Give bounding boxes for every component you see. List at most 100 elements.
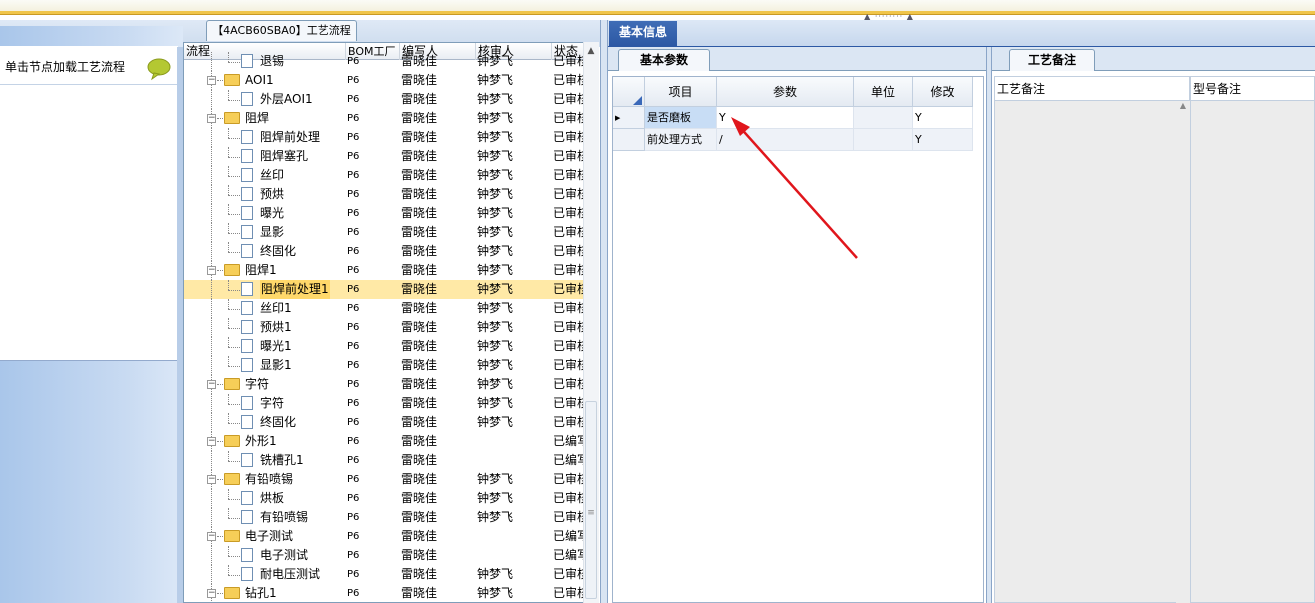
tree-row[interactable]: − AOI1 P6 雷晓佳 钟梦飞 已审核 — [184, 71, 584, 90]
tree-row[interactable]: 阻焊前处理1 P6 雷晓佳 钟梦飞 已审核 — [184, 280, 584, 299]
tree-node-label[interactable]: 显影 — [260, 223, 284, 242]
tab-basic-params[interactable]: 基本参数 — [618, 49, 710, 71]
tree-row[interactable]: − 字符 P6 雷晓佳 钟梦飞 已审核 — [184, 375, 584, 394]
tree-node-label[interactable]: 曝光1 — [260, 337, 292, 356]
grid-header-param[interactable]: 参数 — [717, 77, 854, 107]
row-indicator-arrow-icon[interactable]: ▶ — [613, 107, 645, 129]
tree-node-cell[interactable]: 电子测试 — [184, 546, 346, 565]
tree-node-label[interactable]: 字符 — [245, 375, 269, 394]
tree-row[interactable]: 电子测试 P6 雷晓佳 已编写 — [184, 546, 584, 565]
tree-node-cell[interactable]: 预烘 — [184, 185, 346, 204]
tree-row[interactable]: 退锡 P6 雷晓佳 钟梦飞 已审核 — [184, 52, 584, 71]
tree-node-cell[interactable]: 铣槽孔1 — [184, 451, 346, 470]
center-splitter[interactable] — [600, 20, 608, 603]
tree-node-label[interactable]: 终固化 — [260, 413, 296, 432]
tree-row[interactable]: − 有铅喷锡 P6 雷晓佳 钟梦飞 已审核 — [184, 470, 584, 489]
tree-node-label[interactable]: 外形1 — [245, 432, 277, 451]
tree-node-cell[interactable]: 阻焊塞孔 — [184, 147, 346, 166]
tree-node-cell[interactable]: − 阻焊1 — [184, 261, 346, 280]
tree-node-label[interactable]: 外层AOI1 — [260, 90, 313, 109]
collapse-toggle-icon[interactable]: − — [207, 76, 216, 85]
grid-header-item[interactable]: 项目 — [645, 77, 717, 107]
grid-cell-item[interactable]: 是否磨板 — [645, 107, 717, 129]
tree-row[interactable]: 铣槽孔1 P6 雷晓佳 已编写 — [184, 451, 584, 470]
tree-node-label[interactable]: 阻焊1 — [245, 261, 277, 280]
grid-cell-unit[interactable] — [854, 129, 913, 151]
tree-row[interactable]: − 阻焊1 P6 雷晓佳 钟梦飞 已审核 — [184, 261, 584, 280]
tree-node-label[interactable]: 丝印1 — [260, 299, 292, 318]
tree-row[interactable]: 烘板 P6 雷晓佳 钟梦飞 已审核 — [184, 489, 584, 508]
tree-row[interactable]: 耐电压测试 P6 雷晓佳 钟梦飞 已审核 — [184, 565, 584, 584]
row-indicator[interactable] — [613, 129, 645, 151]
tree-node-label[interactable]: 预烘1 — [260, 318, 292, 337]
tree-node-cell[interactable]: 有铅喷锡 — [184, 508, 346, 527]
grid-cell-modify[interactable]: Y — [913, 107, 973, 129]
tree-node-label[interactable]: 有铅喷锡 — [245, 470, 293, 489]
tree-row[interactable]: 阻焊塞孔 P6 雷晓佳 钟梦飞 已审核 — [184, 147, 584, 166]
tree-node-label[interactable]: 铣槽孔1 — [260, 451, 304, 470]
collapse-toggle-icon[interactable]: − — [207, 266, 216, 275]
tree-node-label[interactable]: 阻焊前处理1 — [260, 280, 330, 299]
collapse-toggle-icon[interactable]: − — [207, 114, 216, 123]
tree-node-cell[interactable]: 烘板 — [184, 489, 346, 508]
tree-node-cell[interactable]: 阻焊前处理1 — [184, 280, 346, 299]
tree-node-cell[interactable]: 阻焊前处理 — [184, 128, 346, 147]
grid-header-unit[interactable]: 单位 — [854, 77, 913, 107]
tree-node-cell[interactable]: − 外形1 — [184, 432, 346, 451]
tree-node-cell[interactable]: − 字符 — [184, 375, 346, 394]
process-flow-tab[interactable]: 【4ACB60SBA0】工艺流程 — [206, 20, 357, 41]
collapse-toggle-icon[interactable]: − — [207, 532, 216, 541]
grid-cell-param[interactable]: / — [717, 129, 854, 151]
tree-node-cell[interactable]: 曝光 — [184, 204, 346, 223]
tree-node-cell[interactable]: − 有铅喷锡 — [184, 470, 346, 489]
tree-node-cell[interactable]: 耐电压测试 — [184, 565, 346, 584]
tree-node-cell[interactable]: 字符 — [184, 394, 346, 413]
tree-row[interactable]: 外层AOI1 P6 雷晓佳 钟梦飞 已审核 — [184, 90, 584, 109]
tree-node-label[interactable]: 电子测试 — [260, 546, 308, 565]
tree-row[interactable]: 曝光 P6 雷晓佳 钟梦飞 已审核 — [184, 204, 584, 223]
tree-node-label[interactable]: 退锡 — [260, 52, 284, 71]
grid-cell-modify[interactable]: Y — [913, 129, 973, 151]
tree-node-cell[interactable]: − 阻焊 — [184, 109, 346, 128]
tab-process-notes[interactable]: 工艺备注 — [1009, 49, 1095, 71]
grid-cell-unit[interactable] — [854, 107, 913, 129]
tree-row[interactable]: 预烘 P6 雷晓佳 钟梦飞 已审核 — [184, 185, 584, 204]
tree-node-label[interactable]: 钻孔1 — [245, 584, 277, 602]
tree-node-cell[interactable]: 终固化 — [184, 413, 346, 432]
tree-node-label[interactable]: 终固化 — [260, 242, 296, 261]
tree-node-label[interactable]: 阻焊 — [245, 109, 269, 128]
tree-row[interactable]: 丝印1 P6 雷晓佳 钟梦飞 已审核 — [184, 299, 584, 318]
tree-node-label[interactable]: 烘板 — [260, 489, 284, 508]
grid-header-modify[interactable]: 修改 — [913, 77, 973, 107]
process-note-scroll-up-icon[interactable]: ▲ — [1176, 101, 1190, 603]
tree-row[interactable]: 预烘1 P6 雷晓佳 钟梦飞 已审核 — [184, 318, 584, 337]
tree-node-label[interactable]: AOI1 — [245, 71, 274, 90]
tree-row[interactable]: 字符 P6 雷晓佳 钟梦飞 已审核 — [184, 394, 584, 413]
tree-node-label[interactable]: 显影1 — [260, 356, 292, 375]
tab-basic-info[interactable]: 基本信息 — [609, 21, 677, 46]
collapse-toggle-icon[interactable]: − — [207, 475, 216, 484]
tree-row[interactable]: 有铅喷锡 P6 雷晓佳 钟梦飞 已审核 — [184, 508, 584, 527]
tree-node-cell[interactable]: 丝印1 — [184, 299, 346, 318]
tree-row[interactable]: 显影1 P6 雷晓佳 钟梦飞 已审核 — [184, 356, 584, 375]
scroll-thumb[interactable] — [585, 401, 597, 599]
tree-node-label[interactable]: 丝印 — [260, 166, 284, 185]
grid-cell-item[interactable]: 前处理方式 — [645, 129, 717, 151]
scroll-up-arrow-icon[interactable]: ▲ — [583, 44, 599, 58]
tree-node-cell[interactable]: 外层AOI1 — [184, 90, 346, 109]
tree-node-cell[interactable]: 显影 — [184, 223, 346, 242]
tree-node-cell[interactable]: − AOI1 — [184, 71, 346, 90]
tree-node-cell[interactable]: 终固化 — [184, 242, 346, 261]
tree-node-label[interactable]: 阻焊前处理 — [260, 128, 320, 147]
collapse-toggle-icon[interactable]: − — [207, 589, 216, 598]
tree-node-label[interactable]: 曝光 — [260, 204, 284, 223]
tree-row[interactable]: − 电子测试 P6 雷晓佳 已编写 — [184, 527, 584, 546]
collapse-toggle-icon[interactable]: − — [207, 380, 216, 389]
tree-node-label[interactable]: 有铅喷锡 — [260, 508, 308, 527]
tree-node-cell[interactable]: − 电子测试 — [184, 527, 346, 546]
tree-node-label[interactable]: 阻焊塞孔 — [260, 147, 308, 166]
tree-node-cell[interactable]: 退锡 — [184, 52, 346, 71]
tree-row[interactable]: 阻焊前处理 P6 雷晓佳 钟梦飞 已审核 — [184, 128, 584, 147]
tree-node-cell[interactable]: 曝光1 — [184, 337, 346, 356]
tree-row[interactable]: 显影 P6 雷晓佳 钟梦飞 已审核 — [184, 223, 584, 242]
